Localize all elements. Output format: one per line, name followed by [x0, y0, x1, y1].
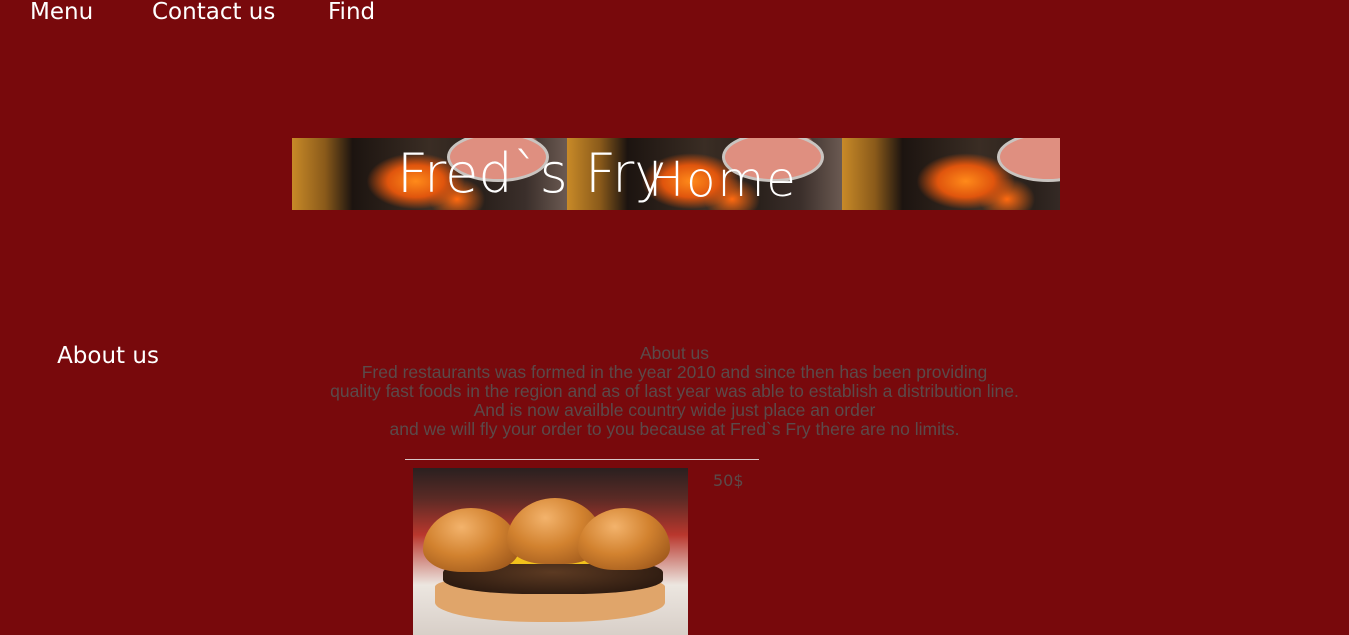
about-text-line: and we will fly your order to you becaus…	[389, 419, 960, 439]
product-price: 50$	[713, 471, 744, 490]
burger-sliders-image[interactable]	[413, 468, 688, 635]
about-text-line: Fred restaurants was formed in the year …	[361, 362, 988, 382]
home-label: Home	[648, 152, 798, 208]
nav-contact-us-link[interactable]: Contact us	[152, 0, 328, 30]
top-nav: About us Menu Contact us Find	[30, 0, 375, 369]
about-heading: About us	[639, 343, 710, 363]
about-section: About us Fred restaurants was formed in …	[0, 344, 1349, 439]
nav-menu-link[interactable]: Menu	[30, 0, 152, 30]
divider	[405, 459, 759, 460]
about-text-line: And is now availble country wide just pl…	[473, 400, 876, 420]
shrimp-image-tile	[842, 138, 1060, 210]
site-title: Fred`s Fry	[397, 142, 667, 205]
about-text-line: quality fast foods in the region and as …	[330, 381, 1019, 401]
nav-find-link[interactable]: Find	[328, 0, 375, 30]
